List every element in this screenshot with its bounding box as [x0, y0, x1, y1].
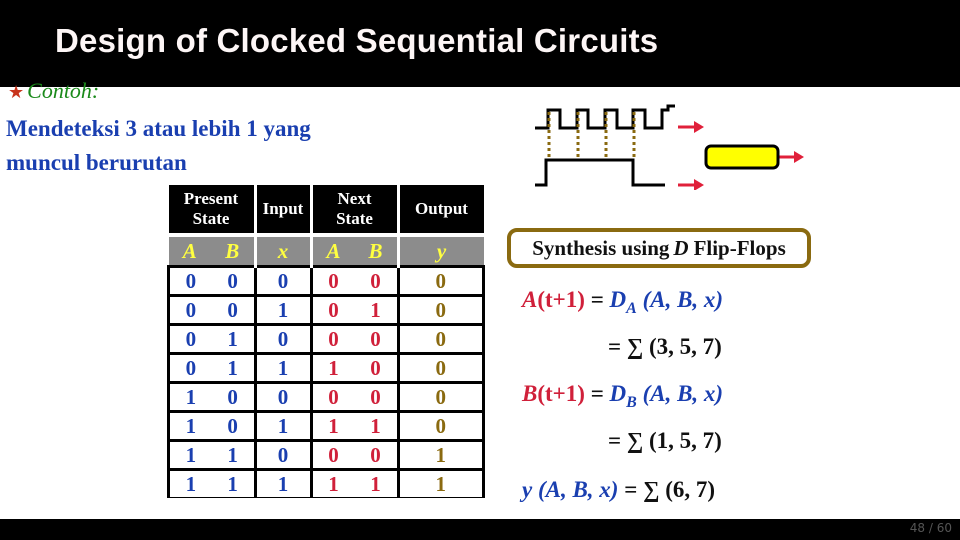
input-cell: 1 — [253, 294, 313, 325]
state-table: Present State Input Next State Output AB… — [167, 185, 485, 498]
next-state-cell: 00 — [309, 323, 400, 354]
footer-bar: 48 / 60 — [0, 519, 960, 540]
equation-b-next: B(t+1) = DB (A, B, x) — [522, 381, 724, 411]
enable-waveform — [535, 158, 665, 187]
input-cell: 0 — [253, 439, 313, 470]
title-bar: Design of Clocked Sequential Circuits — [0, 0, 960, 87]
problem-description: Mendeteksi 3 atau lebih 1 yang muncul be… — [6, 112, 311, 180]
output-cell: 0 — [396, 352, 485, 383]
table-row: 001010 — [167, 294, 485, 325]
page-number: 48 / 60 — [909, 521, 952, 535]
next-state-cell: 11 — [309, 410, 400, 441]
input-cell: 0 — [253, 265, 313, 296]
vars-next: AB — [309, 235, 398, 267]
equation-b-sum: = ∑ (1, 5, 7) — [608, 428, 722, 453]
header-input: Input — [253, 185, 311, 237]
output-cell: 0 — [396, 410, 485, 441]
table-row: 100000 — [167, 381, 485, 412]
table-row: 110001 — [167, 439, 485, 470]
input-cell: 0 — [253, 381, 313, 412]
clock-timing-diagram — [535, 104, 804, 190]
output-cell: 1 — [396, 439, 485, 470]
output-cell: 1 — [396, 468, 485, 498]
next-state-cell: 10 — [309, 352, 400, 383]
example-label: Contoh: — [27, 78, 100, 103]
vars-output: y — [396, 235, 484, 267]
output-cell: 0 — [396, 294, 485, 325]
input-cell: 1 — [253, 468, 313, 498]
next-state-cell: 01 — [309, 294, 400, 325]
vars-input: x — [253, 235, 311, 267]
present-state-cell: 10 — [167, 410, 257, 441]
synthesis-title-box: Synthesis using D Flip-Flops — [507, 228, 811, 268]
table-row: 101110 — [167, 410, 485, 441]
table-row: 011100 — [167, 352, 485, 383]
example-heading: ★ Contoh: — [8, 78, 99, 104]
star-icon: ★ — [8, 82, 25, 102]
equation-y: y (A, B, x) = ∑ (6, 7) — [522, 477, 716, 502]
output-cell: 0 — [396, 323, 485, 354]
present-state-cell: 00 — [167, 294, 257, 325]
flip-flop-block — [704, 144, 780, 170]
present-state-cell: 00 — [167, 265, 257, 296]
present-state-cell: 10 — [167, 381, 257, 412]
table-row: 111111 — [167, 468, 485, 498]
sample-dotted-lines — [547, 112, 636, 160]
header-present-state: Present State — [168, 185, 255, 237]
output-cell: 0 — [396, 381, 485, 412]
equation-a-next: A(t+1) = DA (A, B, x) — [522, 287, 724, 317]
description-line-1: Mendeteksi 3 atau lebih 1 yang — [6, 116, 311, 141]
input-cell: 1 — [253, 352, 313, 383]
present-state-cell: 01 — [167, 352, 257, 383]
description-line-2: muncul berurutan — [6, 150, 187, 175]
input-cell: 1 — [253, 410, 313, 441]
present-state-cell: 11 — [167, 439, 257, 470]
output-cell: 0 — [396, 265, 485, 296]
header-next-state: Next State — [309, 185, 398, 237]
equation-a-sum: = ∑ (3, 5, 7) — [608, 334, 722, 359]
vars-present: AB — [168, 235, 255, 267]
table-row: 010000 — [167, 323, 485, 354]
next-state-cell: 11 — [309, 468, 400, 498]
table-row: 000000 — [167, 265, 485, 296]
next-state-cell: 00 — [309, 265, 400, 296]
present-state-cell: 11 — [167, 468, 257, 498]
next-state-cell: 00 — [309, 439, 400, 470]
variable-row: AB x AB y — [168, 235, 484, 267]
present-state-cell: 01 — [167, 323, 257, 354]
slide-title: Design of Clocked Sequential Circuits — [55, 22, 659, 59]
input-cell: 0 — [253, 323, 313, 354]
next-state-cell: 00 — [309, 381, 400, 412]
header-output: Output — [396, 185, 484, 237]
